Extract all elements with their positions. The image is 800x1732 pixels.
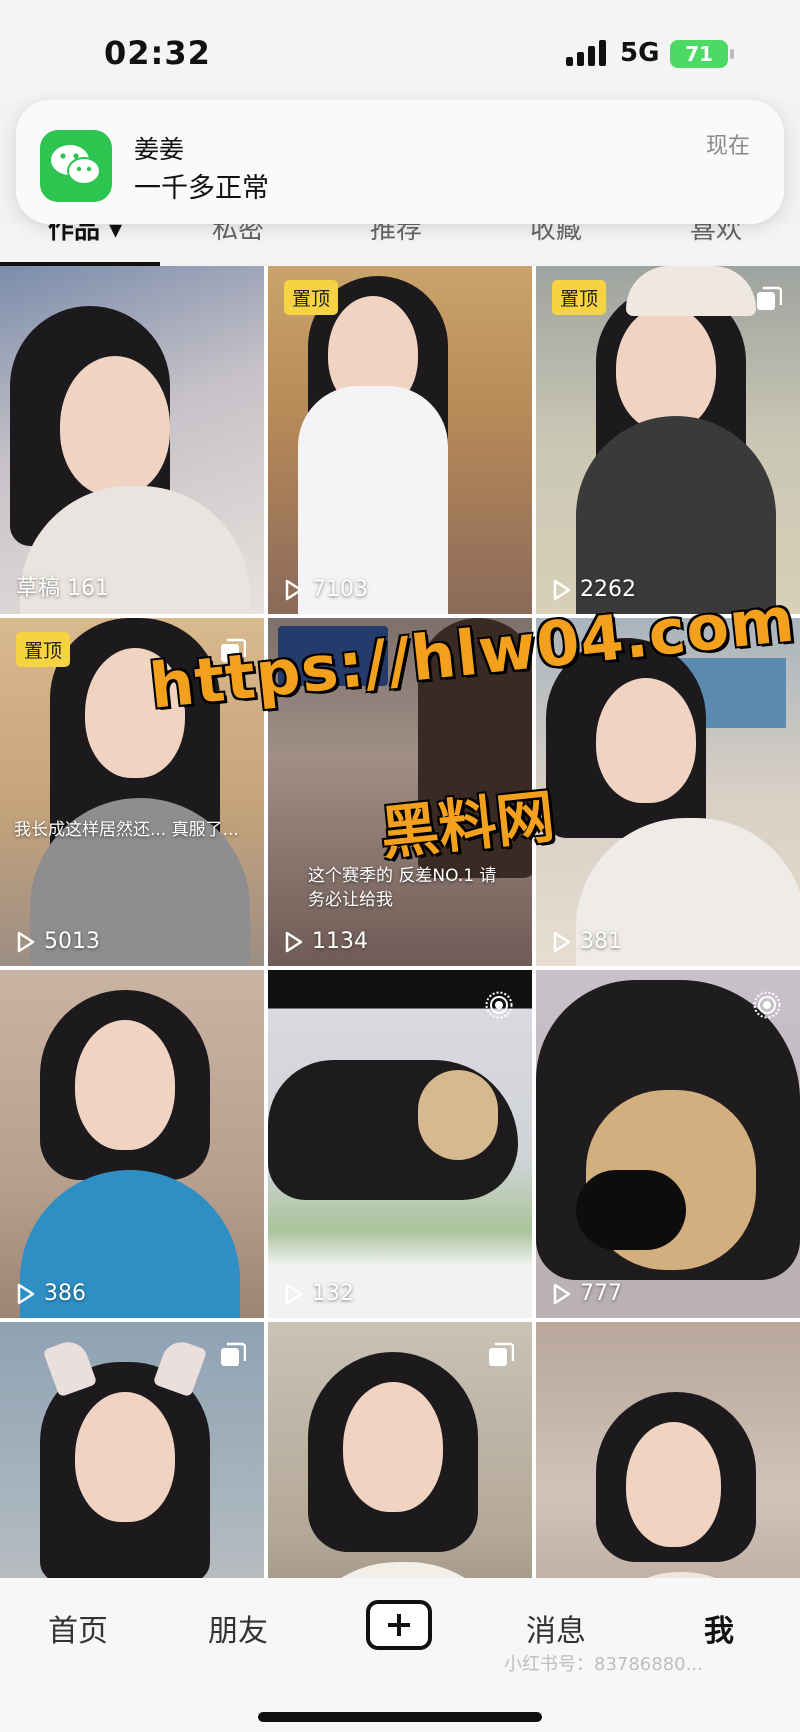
draft-count: 草稿 161 [16, 576, 109, 601]
post-caption: 这个赛季的 反差NO.1 请务必让给我 [308, 866, 497, 910]
view-count: 5013 [44, 929, 100, 954]
post-grid: 草稿 161 置顶 7103 置顶 2262 置顶 我长成这样居然还... 真服… [0, 266, 800, 1578]
dog-nose [576, 1170, 686, 1250]
view-count: 381 [580, 929, 622, 954]
dog-face [418, 1070, 498, 1160]
play-count-icon [17, 1283, 35, 1304]
notification-time: 现在 [705, 134, 750, 159]
grid-item[interactable]: 132 [268, 970, 532, 1318]
pinned-badge: 置顶 [552, 280, 607, 315]
profile-tabs: 作品 ▾ 私密 推荐 收藏 喜欢 [0, 224, 800, 264]
play-count-icon [285, 579, 303, 600]
view-count: 7103 [312, 577, 368, 602]
play-count-icon [553, 931, 571, 952]
nav-messages[interactable]: 消息 [526, 1606, 586, 1650]
tab-works[interactable]: 作品 ▾ [48, 224, 122, 264]
tab-likes[interactable]: 喜欢 [690, 224, 742, 264]
play-count-icon [553, 579, 571, 600]
nav-me[interactable]: 我 [704, 1606, 734, 1650]
grid-item[interactable] [536, 1322, 800, 1578]
status-time: 02:32 [104, 34, 211, 72]
view-count: 777 [580, 1281, 622, 1306]
view-count: 386 [44, 1281, 86, 1306]
post-caption: 我长成这样居然还... 真服了... [14, 820, 239, 840]
nav-home[interactable]: 首页 [48, 1606, 108, 1650]
play-count-icon [17, 931, 35, 952]
multi-image-icon [489, 1342, 514, 1366]
grid-item[interactable]: 置顶 7103 [268, 266, 532, 614]
grid-item[interactable] [0, 1322, 264, 1578]
grid-item[interactable]: 386 [0, 970, 264, 1318]
wechat-icon [40, 130, 112, 202]
battery-icon: 71 [670, 40, 728, 68]
network-type: 5G [620, 38, 660, 68]
multi-image-icon [757, 286, 782, 310]
view-count: 2262 [580, 577, 636, 602]
grid-item[interactable]: 草稿 161 [0, 266, 264, 614]
battery-level: 71 [685, 42, 713, 66]
play-count-icon [553, 1283, 571, 1304]
plus-icon[interactable] [366, 1600, 432, 1650]
grid-item[interactable] [268, 1322, 532, 1578]
source-watermark: 小红书号：83786880... [504, 1654, 703, 1675]
multi-image-icon [221, 1342, 246, 1366]
pinned-badge: 置顶 [284, 280, 339, 315]
view-count: 1134 [312, 929, 368, 954]
play-count-icon [285, 931, 303, 952]
view-count: 132 [312, 1281, 354, 1306]
pinned-badge: 置顶 [16, 632, 71, 667]
play-count-icon [285, 1283, 303, 1304]
signal-icon [566, 40, 610, 66]
tab-favorites[interactable]: 收藏 [530, 224, 582, 264]
battery-cap [730, 49, 734, 59]
live-photo-icon [485, 991, 513, 1019]
grid-item[interactable]: 777 [536, 970, 800, 1318]
notification-message: 一千多正常 [134, 173, 269, 204]
tab-private[interactable]: 私密 [212, 224, 264, 264]
tab-recommended[interactable]: 推荐 [370, 224, 422, 264]
cap [626, 266, 756, 316]
live-photo-icon [753, 991, 781, 1019]
nav-friends[interactable]: 朋友 [208, 1606, 268, 1650]
notification-banner[interactable]: 姜姜 一千多正常 现在 [16, 100, 784, 224]
status-bar: 02:32 5G 71 [0, 0, 800, 100]
grid-item[interactable]: 置顶 2262 [536, 266, 800, 614]
home-indicator[interactable] [258, 1712, 542, 1722]
notification-title: 姜姜 [134, 135, 185, 164]
